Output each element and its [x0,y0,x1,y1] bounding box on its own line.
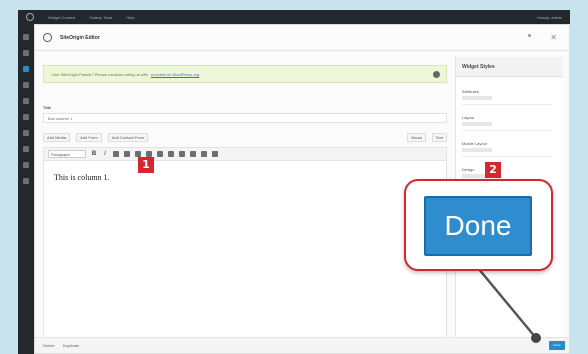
done-button-zoomed[interactable]: Done [424,196,532,256]
pointer-dot [531,333,541,343]
pointer-line [477,267,537,339]
step-badge-1: 1 [138,157,154,173]
step-badge-2: 2 [485,162,501,178]
done-callout: Done [404,179,553,271]
